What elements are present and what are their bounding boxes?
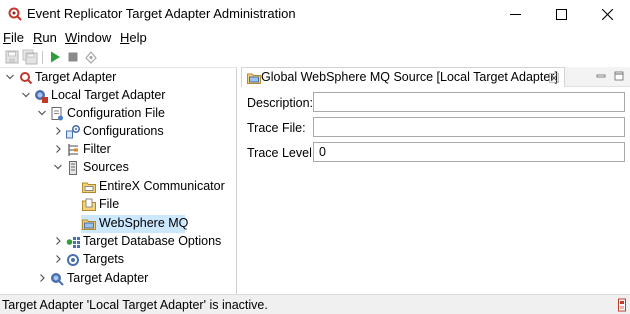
menu-window[interactable]: Window xyxy=(65,30,111,45)
configurations-icon xyxy=(66,124,81,139)
tree-item-label: Filter xyxy=(83,142,111,156)
maximize-button[interactable] xyxy=(538,0,584,28)
editor-tab[interactable]: Global WebSphere MQ Source [Local Target… xyxy=(241,67,565,87)
database-options-icon xyxy=(66,237,80,248)
menu-help-label: elp xyxy=(129,30,147,45)
navigator-tree: Target Adapter Local Target Adapter Conf… xyxy=(0,67,237,294)
menu-help[interactable]: Help xyxy=(120,30,147,45)
websphere-mq-tab-icon xyxy=(247,73,261,84)
trace-file-label: Trace File: xyxy=(247,121,306,135)
tree-item-label: Targets xyxy=(83,252,124,266)
menu-run[interactable]: Run xyxy=(33,30,57,45)
tree-item-target-adapter-2[interactable]: Target Adapter xyxy=(0,270,236,288)
save-icon[interactable] xyxy=(4,49,20,65)
filter-icon xyxy=(68,144,78,156)
targets-icon xyxy=(67,254,79,266)
tree-item-configuration-file[interactable]: Configuration File xyxy=(0,105,236,123)
window-title: Event Replicator Target Adapter Administ… xyxy=(27,6,296,21)
menu-run-label: un xyxy=(42,30,57,45)
menu-run-mnemonic: R xyxy=(33,30,43,45)
close-tab-icon[interactable] xyxy=(548,72,560,84)
menu-window-label: indow xyxy=(77,30,112,45)
toolbar-separator xyxy=(42,51,43,64)
tree-item-label: Configurations xyxy=(83,124,164,138)
chevron-down-icon[interactable] xyxy=(21,90,31,100)
title-bar: Event Replicator Target Adapter Administ… xyxy=(0,0,630,28)
editor-form: Description: Trace File: Trace Level: xyxy=(241,87,630,294)
status-indicator-icon[interactable] xyxy=(617,298,627,312)
tree-item-file[interactable]: File xyxy=(0,196,236,214)
tree-item-label: File xyxy=(99,197,120,211)
trace-level-field[interactable] xyxy=(313,142,625,162)
tree-item-label: WebSphere MQ xyxy=(99,216,189,230)
configuration-file-icon xyxy=(51,107,63,121)
run-icon[interactable] xyxy=(47,49,63,65)
tree-item-label: Target Adapter xyxy=(67,271,149,285)
chevron-down-icon[interactable] xyxy=(53,162,63,172)
description-label: Description: xyxy=(247,96,313,110)
minimize-button[interactable] xyxy=(492,0,538,28)
local-adapter-icon xyxy=(35,90,48,103)
menu-file[interactable]: File xyxy=(3,30,24,45)
tree-item-target-adapter[interactable]: Target Adapter xyxy=(0,69,236,87)
tree-item-sources[interactable]: Sources xyxy=(0,159,236,177)
tree-item-label: EntireX Communicator xyxy=(99,179,225,193)
maximize-icon xyxy=(555,8,567,20)
tree-item-label: Target Database Options xyxy=(83,234,222,248)
minimize-view-icon[interactable] xyxy=(595,70,607,82)
chevron-right-icon[interactable] xyxy=(53,236,63,246)
tree-item-filter[interactable]: Filter xyxy=(0,141,236,159)
tree-item-label: Target Adapter xyxy=(35,70,117,84)
close-button[interactable] xyxy=(584,0,630,28)
websphere-mq-icon xyxy=(82,219,96,230)
editor-tab-bar: Global WebSphere MQ Source [Local Target… xyxy=(241,67,630,87)
tree-item-label: Configuration File xyxy=(67,106,165,120)
chevron-right-icon[interactable] xyxy=(53,144,63,154)
chevron-down-icon[interactable] xyxy=(5,72,15,82)
stop-icon[interactable] xyxy=(65,49,81,65)
app-icon xyxy=(8,7,22,21)
menu-file-label: ile xyxy=(10,30,24,45)
tree-item-local-target-adapter[interactable]: Local Target Adapter xyxy=(0,87,236,105)
status-message: Target Adapter 'Local Target Adapter' is… xyxy=(2,298,268,312)
target-adapter-node-icon xyxy=(51,273,64,286)
tree-item-label: Sources xyxy=(83,160,129,174)
refresh-icon[interactable] xyxy=(83,49,99,65)
target-adapter-icon xyxy=(20,72,33,85)
tree-item-entirex-communicator[interactable]: EntireX Communicator xyxy=(0,178,236,196)
menu-window-mnemonic: W xyxy=(65,30,78,45)
trace-file-field[interactable] xyxy=(313,117,625,137)
chevron-right-icon[interactable] xyxy=(37,273,47,283)
chevron-right-icon[interactable] xyxy=(53,126,63,136)
description-field[interactable] xyxy=(313,92,625,112)
editor-tab-title: Global WebSphere MQ Source [Local Target… xyxy=(261,70,558,84)
chevron-right-icon[interactable] xyxy=(53,254,63,264)
menu-file-mnemonic: F xyxy=(3,30,11,45)
entirex-source-icon xyxy=(82,182,96,193)
toolbar xyxy=(0,47,630,67)
minimize-icon xyxy=(509,13,521,15)
status-bar: Target Adapter 'Local Target Adapter' is… xyxy=(0,294,630,314)
menu-bar: File Run Window Help xyxy=(0,28,630,47)
maximize-view-icon[interactable] xyxy=(613,70,625,82)
sources-icon xyxy=(69,161,77,175)
file-source-icon xyxy=(82,198,96,211)
close-icon xyxy=(601,8,613,20)
menu-help-mnemonic: H xyxy=(120,30,130,45)
tree-item-targets[interactable]: Targets xyxy=(0,251,236,269)
tree-item-configurations[interactable]: Configurations xyxy=(0,123,236,141)
chevron-down-icon[interactable] xyxy=(37,108,47,118)
tree-item-websphere-mq[interactable]: WebSphere MQ xyxy=(0,215,236,233)
trace-level-label: Trace Level: xyxy=(247,146,316,160)
save-all-icon[interactable] xyxy=(22,49,38,65)
tree-item-target-database-options[interactable]: Target Database Options xyxy=(0,233,236,251)
tree-item-label: Local Target Adapter xyxy=(51,88,166,102)
